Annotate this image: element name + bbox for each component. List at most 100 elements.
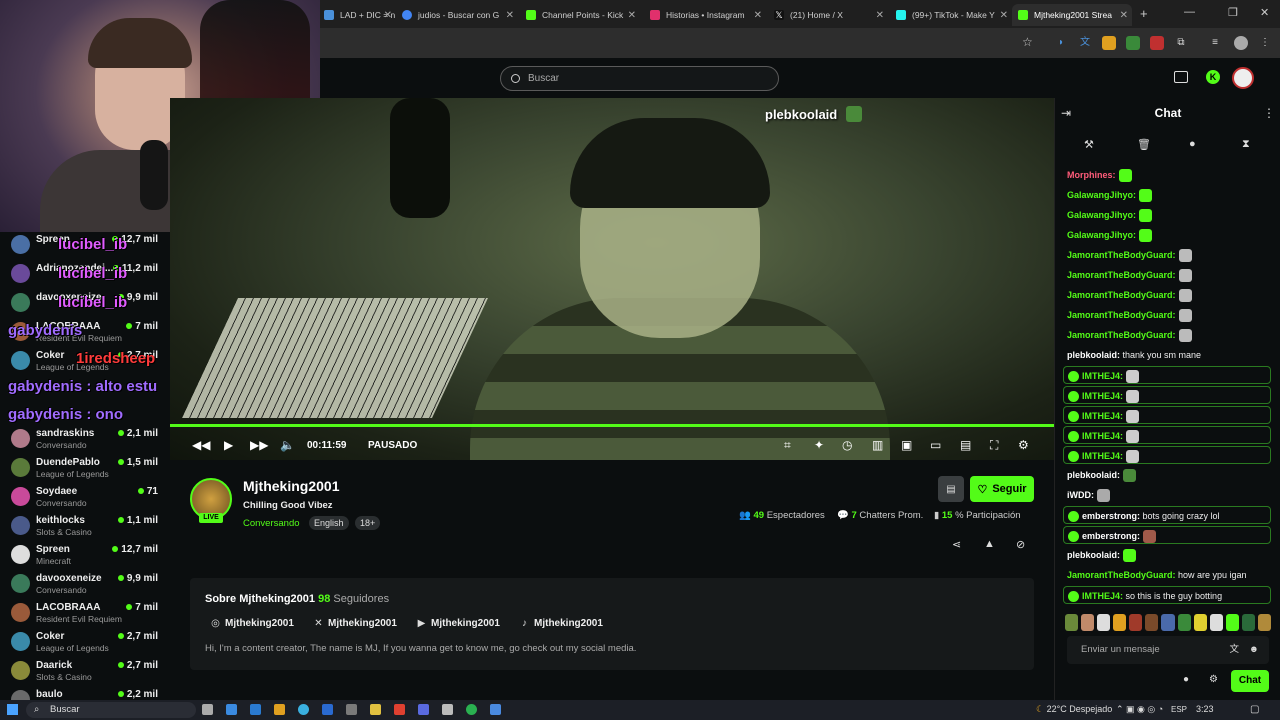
chat-message[interactable]: IMTHEJ4: xyxy=(1063,406,1271,424)
emote-icon[interactable] xyxy=(1177,614,1191,631)
kick-coin-icon[interactable]: K xyxy=(1206,70,1220,84)
browser-tab[interactable]: judios - Buscar con G ✕ xyxy=(396,4,518,26)
taskbar-app-icon[interactable] xyxy=(466,704,477,715)
instagram-link[interactable]: ◎ Mjtheking2001 xyxy=(210,618,294,629)
emote-icon[interactable] xyxy=(1193,614,1207,631)
sidebar-channel[interactable]: LACOBRAAA Resident Evil Requiem 7 mil xyxy=(0,600,170,629)
chat-username[interactable]: IMTHEJ4: xyxy=(1082,451,1123,461)
minimize-icon[interactable]: — xyxy=(1184,6,1195,18)
trash-icon[interactable]: 🗑 xyxy=(1137,138,1151,151)
stats-icon[interactable]: ▥ xyxy=(872,438,883,452)
chat-username[interactable]: JamorantTheBodyGuard: xyxy=(1067,250,1176,260)
weather-widget[interactable]: ☾ 22°C Despejado xyxy=(1036,704,1112,715)
chat-username[interactable]: GalawangJihyo: xyxy=(1067,230,1136,240)
forward-icon[interactable]: ▶▶ xyxy=(250,438,268,452)
chat-message[interactable]: emberstrong: xyxy=(1063,526,1271,544)
sidebar-channel[interactable]: sandraskins Conversando 2,1 mil xyxy=(0,426,170,455)
chat-username[interactable]: IMTHEJ4: xyxy=(1082,431,1123,441)
sidebar-channel[interactable]: Soydaee Conversando 71 xyxy=(0,484,170,513)
chat-menu-icon[interactable]: ⋮ xyxy=(1263,106,1275,120)
report-icon[interactable]: ▲ xyxy=(984,538,995,550)
chat-username[interactable]: plebkoolaid: xyxy=(1067,350,1120,360)
sidebar-channel[interactable]: Daarick Slots & Casino 2,7 mil xyxy=(0,658,170,687)
close-icon[interactable]: ✕ xyxy=(384,10,392,21)
chat-message[interactable]: JamorantTheBodyGuard: xyxy=(1067,266,1272,284)
share-icon[interactable]: ⋖ xyxy=(952,538,961,551)
chat-message[interactable]: iWDD: xyxy=(1067,486,1272,504)
chat-message[interactable]: plebkoolaid: xyxy=(1067,546,1272,564)
settings-icon[interactable]: ⚙ xyxy=(1018,438,1029,452)
chat-username[interactable]: GalawangJihyo: xyxy=(1067,210,1136,220)
extension-icon[interactable] xyxy=(1102,36,1116,50)
translate-icon[interactable]: 文 xyxy=(1229,636,1239,664)
channel-name[interactable]: Mjtheking2001 xyxy=(243,478,339,494)
stream-category[interactable]: Conversando xyxy=(243,518,300,529)
browser-tab[interactable]: 𝕏 (21) Home / X ✕ xyxy=(768,4,888,26)
progress-bar[interactable] xyxy=(170,424,1054,427)
taskbar-app-icon[interactable] xyxy=(490,704,501,715)
chat-username[interactable]: JamorantTheBodyGuard: xyxy=(1067,310,1176,320)
chat-username[interactable]: JamorantTheBodyGuard: xyxy=(1067,290,1176,300)
taskbar-app-icon[interactable] xyxy=(202,704,213,715)
chat-message[interactable]: GalawangJihyo: xyxy=(1067,206,1272,224)
chat-message[interactable]: Morphines: xyxy=(1067,166,1272,184)
taskbar-app-icon[interactable] xyxy=(322,704,333,715)
chat-message[interactable]: plebkoolaid: xyxy=(1067,466,1272,484)
taskbar-app-icon[interactable] xyxy=(226,704,237,715)
restore-icon[interactable]: ❐ xyxy=(1228,6,1238,19)
miniplayer-icon[interactable]: ▤ xyxy=(960,438,971,452)
gift-icon[interactable] xyxy=(1174,71,1188,83)
chat-username[interactable]: plebkoolaid: xyxy=(1067,470,1120,480)
chat-username[interactable]: JamorantTheBodyGuard: xyxy=(1067,270,1176,280)
sparkle-icon[interactable]: ✦ xyxy=(814,438,824,452)
pip-icon[interactable]: ▣ xyxy=(901,438,912,452)
chat-message[interactable]: JamorantTheBodyGuard: xyxy=(1067,286,1272,304)
emoji-icon[interactable]: ☻ xyxy=(1249,636,1259,664)
taskbar-app-icon[interactable] xyxy=(346,704,357,715)
user-avatar[interactable] xyxy=(1232,67,1254,89)
sidebar-channel[interactable]: keithlocks Slots & Casino 1,1 mil xyxy=(0,513,170,542)
theater-icon[interactable]: ▭ xyxy=(930,438,941,452)
profile-avatar[interactable] xyxy=(1234,36,1248,50)
chat-message[interactable]: IMTHEJ4: xyxy=(1063,426,1271,444)
taskbar-app-icon[interactable] xyxy=(298,704,309,715)
emote-icon[interactable] xyxy=(1257,614,1272,631)
hide-icon[interactable]: ⊘ xyxy=(1016,538,1025,551)
emote-icon[interactable] xyxy=(1241,614,1255,631)
settings-icon[interactable]: ⚙ xyxy=(1209,674,1218,685)
taskbar-app-icon[interactable] xyxy=(418,704,429,715)
chat-username[interactable]: Morphines: xyxy=(1067,170,1116,180)
chat-message[interactable]: IMTHEJ4: so this is the guy botting xyxy=(1063,586,1271,604)
taskbar-app-icon[interactable] xyxy=(442,704,453,715)
emote-icon[interactable] xyxy=(1065,614,1079,631)
chat-message[interactable]: IMTHEJ4: xyxy=(1063,386,1271,404)
chat-message[interactable]: GalawangJihyo: xyxy=(1067,186,1272,204)
chat-bubble-icon[interactable]: ● xyxy=(1189,138,1196,150)
close-icon[interactable]: ✕ xyxy=(1000,10,1008,21)
video-player[interactable] xyxy=(170,98,1054,460)
language-indicator[interactable]: ESP xyxy=(1171,705,1187,714)
emote-icon[interactable] xyxy=(1097,614,1111,631)
browser-tab[interactable]: LAD + DIC = n ✕ xyxy=(318,4,396,26)
close-window-icon[interactable]: ✕ xyxy=(1260,6,1269,19)
youtube-link[interactable]: ▶ Mjtheking2001 xyxy=(416,618,500,629)
emote-icon[interactable] xyxy=(1145,614,1159,631)
browser-tab-active[interactable]: Mjtheking2001 Strea ✕ xyxy=(1012,4,1132,26)
taskbar-app-icon[interactable] xyxy=(370,704,381,715)
chat-message[interactable]: JamorantTheBodyGuard: xyxy=(1067,306,1272,324)
sidebar-channel[interactable]: Coker League of Legends 2,7 mil xyxy=(0,629,170,658)
taskbar-app-icon[interactable] xyxy=(394,704,405,715)
tiktok-link[interactable]: ♪ Mjtheking2001 xyxy=(519,618,603,629)
chat-username[interactable]: emberstrong: xyxy=(1082,531,1140,541)
hammer-icon[interactable]: ⚒ xyxy=(1084,138,1094,151)
extension-icon[interactable] xyxy=(1126,36,1140,50)
sidebar-channel[interactable]: davooxeneize Conversando 9,9 mil xyxy=(0,571,170,600)
chat-message[interactable]: JamorantTheBodyGuard: xyxy=(1067,246,1272,264)
chat-message[interactable]: JamorantTheBodyGuard: xyxy=(1067,326,1272,344)
chat-bubble-icon[interactable]: ● xyxy=(1183,674,1189,685)
close-icon[interactable]: ✕ xyxy=(628,10,636,21)
rewind-icon[interactable]: ◀◀ xyxy=(192,438,210,452)
chat-message[interactable]: emberstrong: bots going crazy lol xyxy=(1063,506,1271,524)
search-input[interactable]: Buscar xyxy=(500,66,779,91)
chat-username[interactable]: JamorantTheBodyGuard: xyxy=(1067,330,1176,340)
